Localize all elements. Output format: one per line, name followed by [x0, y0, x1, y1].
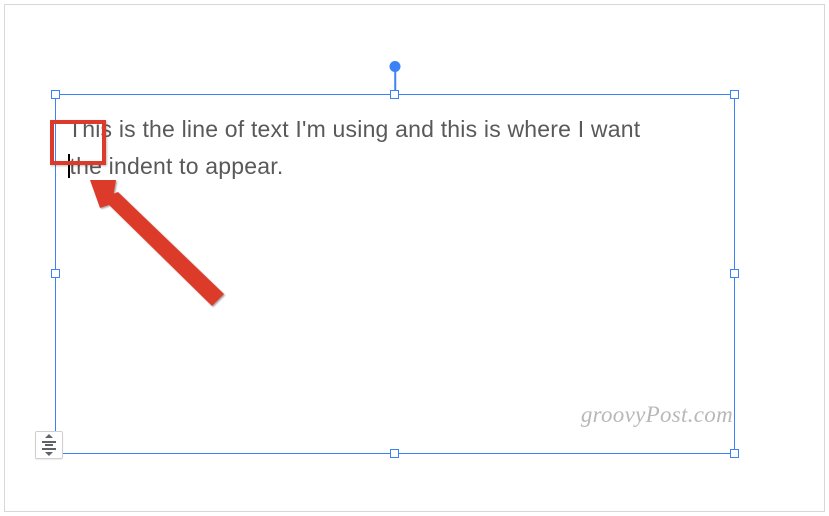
text-box[interactable]: This is the line of text I'm using and t…: [55, 94, 735, 454]
resize-handle-bottom-middle[interactable]: [390, 449, 399, 458]
align-bar-icon: [42, 448, 56, 450]
rotation-handle[interactable]: [390, 61, 401, 72]
text-box-content[interactable]: This is the line of text I'm using and t…: [68, 111, 722, 185]
text-line-1: This is the line of text I'm using and t…: [68, 116, 640, 142]
arrow-up-icon: [45, 434, 53, 438]
vertical-align-button[interactable]: [35, 431, 63, 459]
resize-handle-top-middle[interactable]: [390, 90, 399, 99]
resize-handle-bottom-right[interactable]: [730, 449, 739, 458]
resize-handle-top-left[interactable]: [51, 90, 60, 99]
resize-handle-middle-right[interactable]: [730, 269, 739, 278]
resize-handle-top-right[interactable]: [730, 90, 739, 99]
annotation-highlight-box: [50, 120, 106, 165]
align-bar-icon: [45, 444, 53, 446]
watermark-text: groovyPost.com: [581, 402, 733, 428]
resize-handle-middle-left[interactable]: [51, 269, 60, 278]
arrow-down-icon: [45, 452, 53, 456]
align-bar-icon: [42, 441, 56, 443]
